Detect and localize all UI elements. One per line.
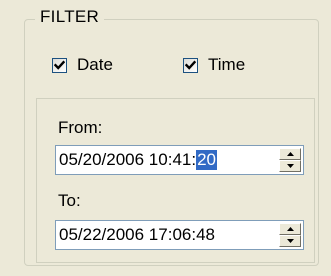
checkmark-icon xyxy=(185,60,196,70)
up-arrow-icon xyxy=(286,227,294,231)
from-spin-up-button[interactable] xyxy=(279,148,301,160)
to-datetime-value[interactable]: 05/22/2006 17:06:48 xyxy=(56,221,215,249)
from-datetime-picker[interactable]: 05/20/2006 10:41: 20 xyxy=(55,145,304,175)
from-datetime-value[interactable]: 05/20/2006 10:41: 20 xyxy=(56,146,217,174)
to-spin-control[interactable] xyxy=(279,223,301,247)
time-checkbox-box[interactable] xyxy=(183,57,198,73)
to-datetime-text: 05/22/2006 17:06:48 xyxy=(59,225,215,244)
to-spin-up-button[interactable] xyxy=(279,223,301,235)
to-datetime-picker[interactable]: 05/22/2006 17:06:48 xyxy=(55,220,304,250)
checkmark-icon xyxy=(54,60,65,70)
filter-groupbox-title: FILTER xyxy=(35,5,105,29)
from-datetime-text: 05/20/2006 10:41: xyxy=(59,150,197,169)
time-checkbox[interactable]: Time xyxy=(183,55,245,75)
from-spin-down-button[interactable] xyxy=(279,160,301,172)
from-seconds-selected-segment[interactable]: 20 xyxy=(196,150,217,170)
date-checkbox-box[interactable] xyxy=(52,57,67,73)
up-arrow-icon xyxy=(286,152,294,156)
to-label: To: xyxy=(58,191,81,210)
date-checkbox[interactable]: Date xyxy=(52,55,113,75)
to-spin-down-button[interactable] xyxy=(279,235,301,247)
down-arrow-icon xyxy=(286,239,294,243)
date-checkbox-label: Date xyxy=(77,55,113,74)
from-spin-control[interactable] xyxy=(279,148,301,172)
from-label: From: xyxy=(58,118,103,137)
down-arrow-icon xyxy=(286,164,294,168)
time-checkbox-label: Time xyxy=(208,55,246,74)
